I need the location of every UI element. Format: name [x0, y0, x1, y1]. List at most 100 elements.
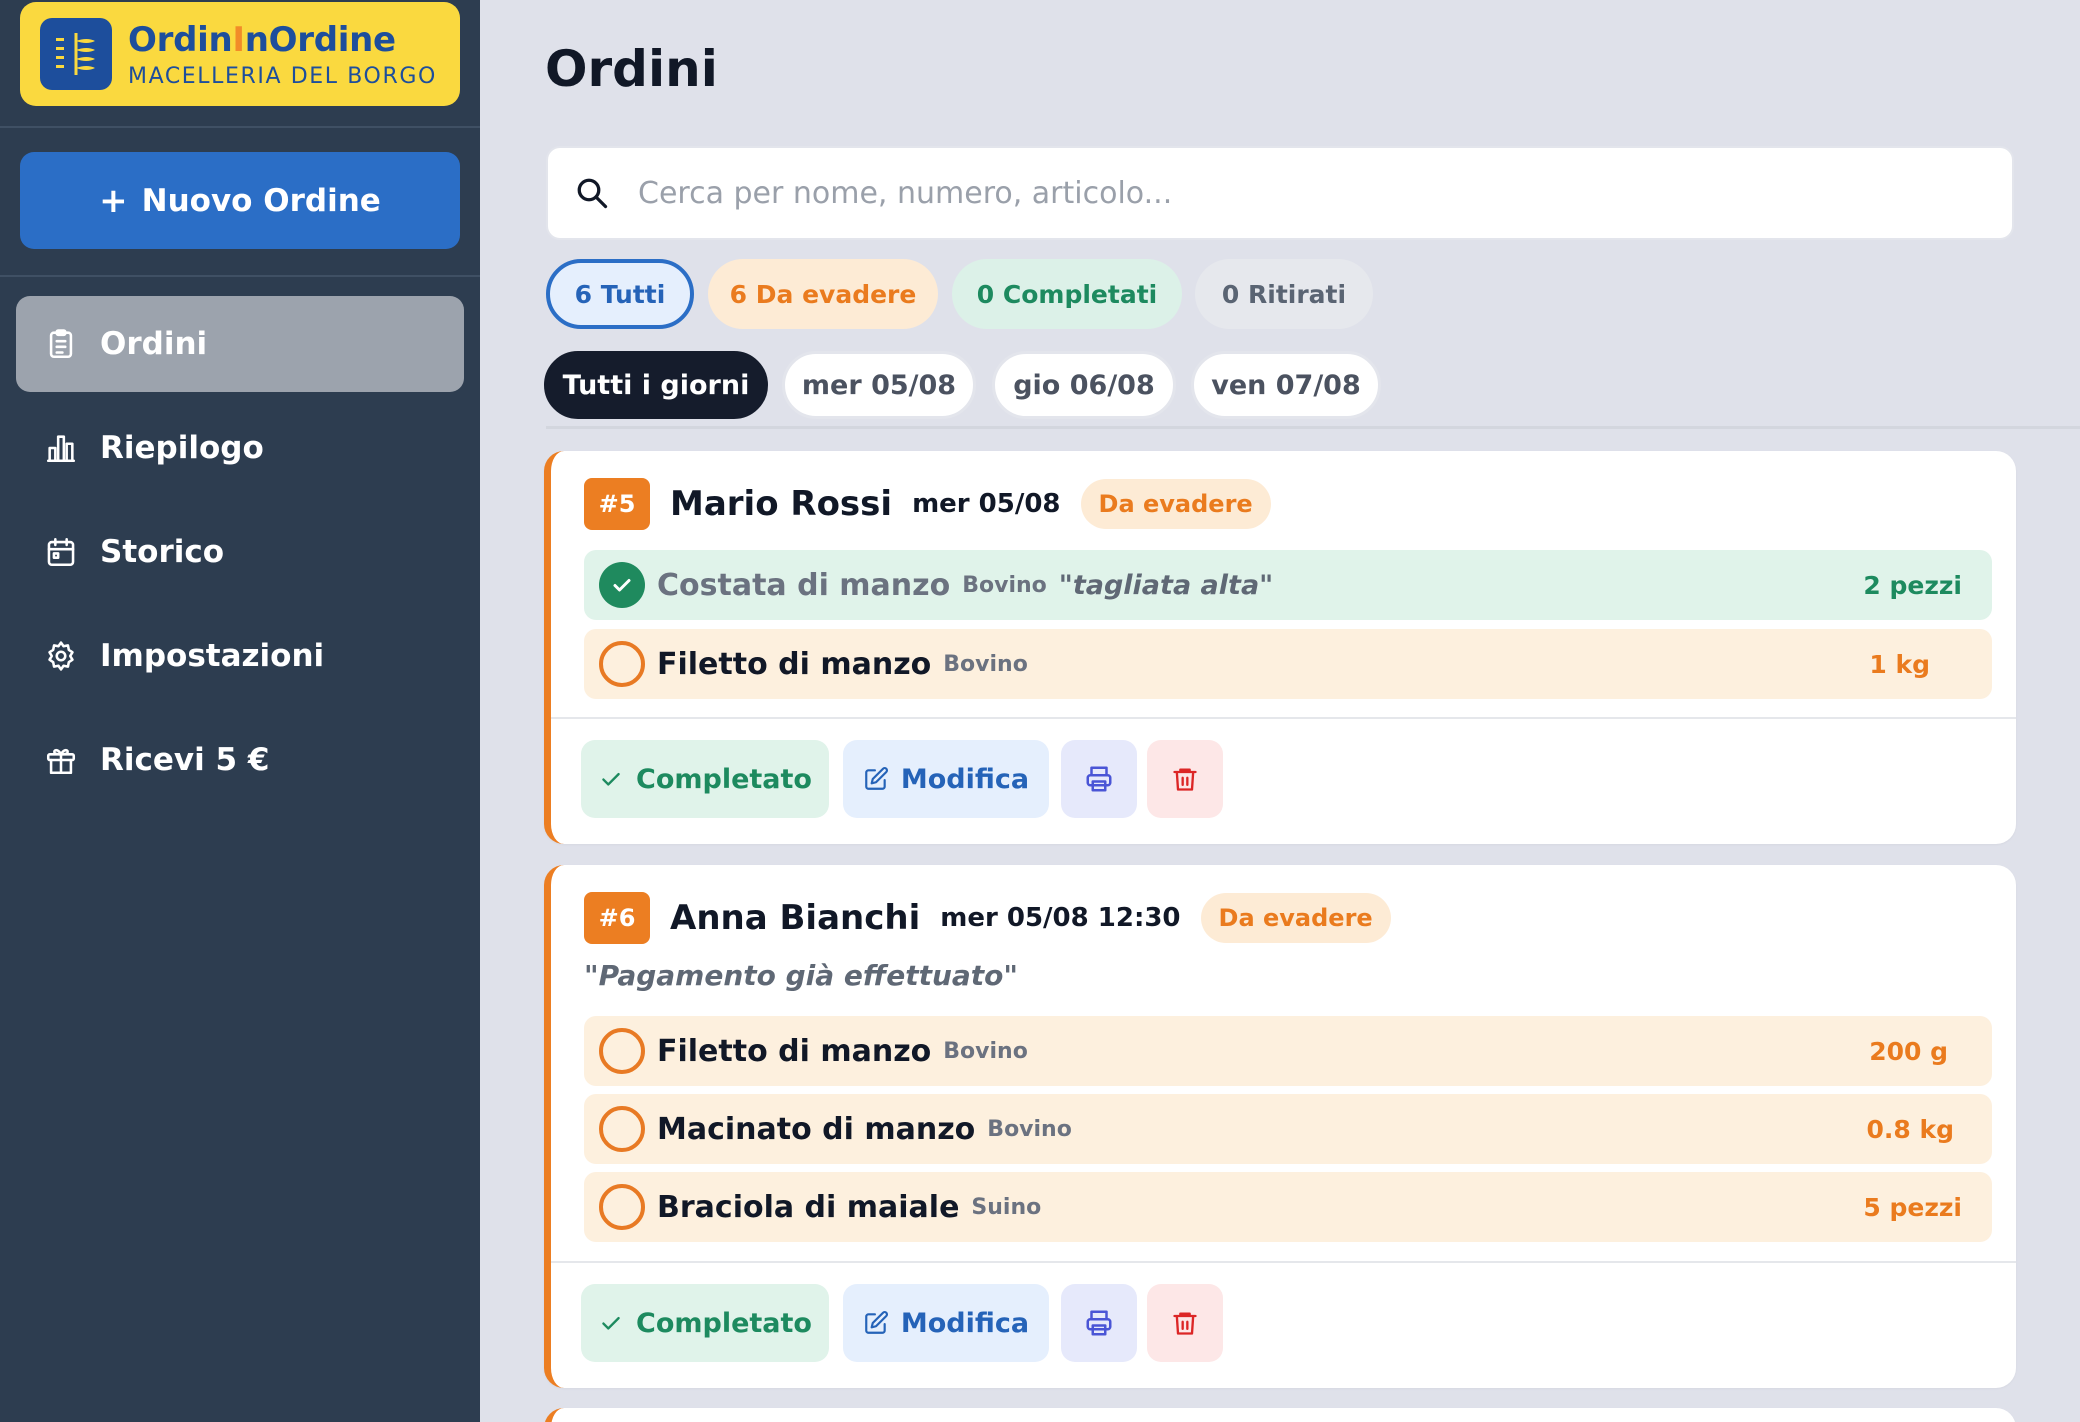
item-category: Bovino — [943, 1038, 1028, 1064]
complete-label: Completato — [636, 763, 812, 795]
edit-icon — [865, 767, 888, 790]
order-number-badge: #6 — [584, 892, 650, 944]
delete-button[interactable] — [1147, 740, 1223, 818]
sidebar-item-riepilogo[interactable]: Riepilogo — [16, 400, 464, 496]
edit-button[interactable]: Modifica — [843, 740, 1049, 818]
item-category: Bovino — [987, 1116, 1072, 1142]
item-name: Macinato di manzo — [657, 1111, 976, 1147]
order-header: #6 Anna Bianchi mer 05/08 12:30 Da evade… — [584, 892, 1391, 944]
order-item[interactable]: Braciola di maiale Suino 5 pezzi — [584, 1172, 1992, 1242]
order-item[interactable]: Costata di manzo Bovino "tagliata alta" … — [584, 550, 1992, 620]
check-icon — [602, 1316, 620, 1330]
logo-mark-icon — [40, 18, 112, 90]
sidebar-item-label: Storico — [100, 534, 225, 570]
search-input[interactable] — [638, 175, 1938, 211]
sidebar-item-storico[interactable]: Storico — [16, 504, 464, 600]
sidebar: OrdinInOrdine MACELLERIA DEL BORGO + Nuo… — [0, 0, 480, 1422]
item-name: Filetto di manzo — [657, 1033, 932, 1069]
complete-button[interactable]: Completato — [581, 740, 829, 818]
complete-label: Completato — [636, 1307, 812, 1339]
new-order-button[interactable]: + Nuovo Ordine — [20, 152, 460, 249]
item-category: Bovino — [962, 572, 1047, 598]
item-quantity: 2 pezzi — [1863, 570, 1962, 600]
customer-name: Anna Bianchi — [670, 898, 921, 938]
day-chip-ven[interactable]: ven 07/08 — [1191, 351, 1381, 419]
clipboard-icon — [49, 329, 73, 359]
order-item[interactable]: Macinato di manzo Bovino 0.8 kg — [584, 1094, 1992, 1164]
order-card — [544, 1408, 2016, 1422]
brand-name: OrdinInOrdine — [128, 19, 396, 60]
circle-icon[interactable] — [599, 1106, 645, 1152]
search-bar[interactable] — [546, 146, 2014, 240]
sidebar-item-ordini[interactable]: Ordini — [16, 296, 464, 392]
item-category: Suino — [971, 1194, 1042, 1220]
new-order-label: Nuovo Ordine — [141, 182, 381, 219]
order-date: mer 05/08 12:30 — [940, 903, 1181, 933]
gift-icon — [46, 748, 76, 775]
plus-icon: + — [99, 180, 128, 221]
delete-button[interactable] — [1147, 1284, 1223, 1362]
order-item[interactable]: Filetto di manzo Bovino 200 g — [584, 1016, 1992, 1086]
brand-logo[interactable]: OrdinInOrdine MACELLERIA DEL BORGO — [20, 2, 460, 106]
sidebar-item-label: Riepilogo — [100, 430, 264, 466]
order-card: #6 Anna Bianchi mer 05/08 12:30 Da evade… — [544, 865, 2016, 1388]
edit-label: Modifica — [900, 1307, 1030, 1339]
order-note: "Pagamento già effettuato" — [584, 959, 1018, 992]
filter-chip-completati[interactable]: 0 Completati — [952, 259, 1182, 329]
sidebar-item-ricevi[interactable]: Ricevi 5 € — [16, 712, 464, 808]
printer-icon — [1086, 766, 1112, 792]
status-badge: Da evadere — [1080, 479, 1271, 529]
filter-chip-tutti[interactable]: 6 Tutti — [546, 259, 694, 329]
circle-icon[interactable] — [599, 1028, 645, 1074]
item-quantity: 0.8 kg — [1866, 1114, 1954, 1144]
calendar-icon — [47, 537, 75, 567]
circle-icon[interactable] — [599, 1184, 645, 1230]
print-button[interactable] — [1061, 1284, 1137, 1362]
brand-subtitle: MACELLERIA DEL BORGO — [128, 63, 437, 89]
day-chip-all[interactable]: Tutti i giorni — [544, 351, 768, 419]
item-quantity: 5 pezzi — [1863, 1192, 1962, 1222]
print-button[interactable] — [1061, 740, 1137, 818]
sidebar-item-label: Ordini — [100, 326, 208, 362]
card-divider — [551, 717, 2016, 719]
complete-button[interactable]: Completato — [581, 1284, 829, 1362]
edit-button[interactable]: Modifica — [843, 1284, 1049, 1362]
item-name: Filetto di manzo — [657, 646, 932, 682]
edit-label: Modifica — [900, 763, 1030, 795]
brand-text: OrdinInOrdine MACELLERIA DEL BORGO — [128, 20, 437, 89]
gear-icon — [48, 641, 74, 671]
item-quantity: 1 kg — [1869, 649, 1930, 679]
filter-chip-da-evadere[interactable]: 6 Da evadere — [708, 259, 938, 329]
sidebar-item-impostazioni[interactable]: Impostazioni — [16, 608, 464, 704]
sidebar-divider — [0, 126, 480, 128]
filter-chip-ritirati[interactable]: 0 Ritirati — [1195, 259, 1373, 329]
status-badge: Da evadere — [1200, 893, 1391, 943]
sidebar-item-label: Impostazioni — [100, 638, 325, 674]
item-name: Costata di manzo — [657, 567, 951, 603]
page-title: Ordini — [545, 40, 718, 98]
bar-chart-icon — [46, 435, 76, 463]
card-divider — [551, 1261, 2016, 1263]
edit-icon — [865, 1311, 888, 1334]
printer-icon — [1086, 1310, 1112, 1336]
circle-icon[interactable] — [599, 641, 645, 687]
check-icon — [602, 772, 620, 786]
item-quantity: 200 g — [1869, 1036, 1948, 1066]
sidebar-divider — [0, 275, 480, 277]
item-note: "tagliata alta" — [1058, 569, 1274, 601]
order-date: mer 05/08 — [912, 489, 1061, 519]
order-item[interactable]: Filetto di manzo Bovino 1 kg — [584, 629, 1992, 699]
item-category: Bovino — [943, 651, 1028, 677]
day-chip-mer[interactable]: mer 05/08 — [782, 351, 976, 419]
filter-divider — [546, 426, 2080, 429]
day-chip-gio[interactable]: gio 06/08 — [992, 351, 1176, 419]
search-icon — [577, 178, 608, 209]
trash-icon — [1173, 768, 1197, 791]
trash-icon — [1173, 1312, 1197, 1335]
order-header: #5 Mario Rossi mer 05/08 Da evadere — [584, 478, 1271, 530]
order-card: #5 Mario Rossi mer 05/08 Da evadere Cost… — [544, 451, 2016, 844]
customer-name: Mario Rossi — [670, 484, 893, 524]
check-icon[interactable] — [599, 562, 645, 608]
item-name: Braciola di maiale — [657, 1189, 960, 1225]
sidebar-item-label: Ricevi 5 € — [100, 742, 270, 778]
